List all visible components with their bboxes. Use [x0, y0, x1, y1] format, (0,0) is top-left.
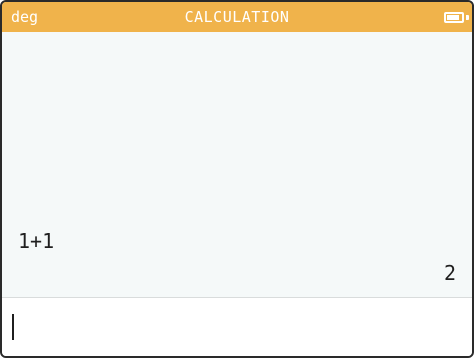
calculator-screen: deg CALCULATION 1+1 2 — [0, 0, 474, 358]
calculation-history[interactable]: 1+1 2 — [2, 32, 472, 297]
app-title: CALCULATION — [184, 8, 290, 26]
battery-tip-icon — [466, 15, 469, 20]
history-expression[interactable]: 1+1 — [18, 229, 54, 253]
status-bar: deg CALCULATION — [2, 2, 472, 32]
history-result[interactable]: 2 — [444, 261, 456, 285]
input-area[interactable] — [2, 298, 472, 356]
expression-input[interactable] — [10, 308, 464, 344]
battery-level-fill — [447, 15, 459, 20]
battery-icon — [444, 12, 464, 23]
text-cursor — [12, 314, 14, 340]
history-entry[interactable]: 1+1 2 — [2, 225, 472, 291]
